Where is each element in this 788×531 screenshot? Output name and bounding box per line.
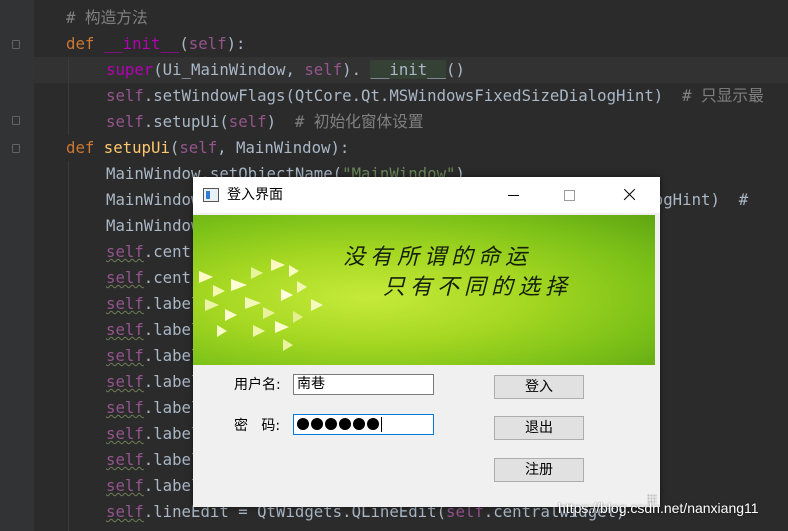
code-token: ( xyxy=(169,138,180,157)
register-button[interactable]: 注册 xyxy=(494,458,584,482)
code-token: self xyxy=(106,112,144,131)
code-token: ) xyxy=(266,112,295,131)
password-dot xyxy=(339,418,351,430)
banner-triangle xyxy=(253,325,265,337)
minimize-icon xyxy=(508,195,519,196)
code-token: setupUi xyxy=(103,138,170,157)
banner-triangle xyxy=(251,267,263,279)
code-token: self xyxy=(106,86,144,105)
banner-triangle xyxy=(245,297,261,309)
code-token: # 只显示最 xyxy=(682,86,764,105)
code-token: self xyxy=(106,450,144,469)
code-token: .setWindowFlags(QtCore.Qt.MSWindowsFixed… xyxy=(143,86,683,105)
banner-text-line2: 只有不同的选择 xyxy=(383,275,573,300)
code-line[interactable]: def __init__(self): xyxy=(66,31,245,57)
password-label: 密 码: xyxy=(234,418,281,434)
code-line[interactable]: # 构造方法 xyxy=(66,5,148,31)
banner-triangle xyxy=(311,299,323,311)
username-input[interactable]: 南巷 xyxy=(293,374,434,395)
banner-triangle xyxy=(271,259,285,271)
code-token: super xyxy=(106,60,154,79)
banner-triangle xyxy=(225,309,237,321)
code-token: self xyxy=(106,268,144,287)
banner-triangle xyxy=(297,281,307,293)
watermark: https://blog.csdn.net/nanxiang11 xyxy=(558,500,759,516)
title-bar[interactable]: 登入界面 xyxy=(193,177,660,213)
indent-guide xyxy=(68,57,69,135)
app-window-icon xyxy=(203,188,219,202)
banner-triangle xyxy=(281,289,293,301)
code-token: self xyxy=(106,320,144,339)
fold-marker-icon[interactable] xyxy=(12,116,20,125)
code-line[interactable]: self.setWindowFlags(QtCore.Qt.MSWindowsF… xyxy=(106,83,764,109)
password-dot xyxy=(325,418,337,430)
code-line[interactable]: self.setupUi(self) # 初始化窗体设置 xyxy=(106,109,424,135)
maximize-button xyxy=(547,177,593,213)
code-token: self xyxy=(106,502,144,521)
banner-image: 没有所谓的命运 只有不同的选择 xyxy=(193,215,655,365)
code-token: (Ui_MainWindow, xyxy=(153,60,305,79)
text-caret xyxy=(381,417,382,432)
login-button[interactable]: 登入 xyxy=(494,375,584,399)
code-token: self xyxy=(106,398,144,417)
code-line[interactable]: def setupUi(self, MainWindow): xyxy=(66,135,349,161)
code-token: self xyxy=(106,346,144,365)
code-token: .setupUi( xyxy=(143,112,229,131)
password-input[interactable] xyxy=(293,414,434,435)
close-button[interactable] xyxy=(606,177,652,213)
banner-text-line1: 没有所谓的命运 xyxy=(343,245,533,270)
code-token: self xyxy=(188,34,227,53)
banner-triangle xyxy=(289,265,299,277)
code-token: self xyxy=(106,424,144,443)
indent-guide xyxy=(68,161,69,531)
banner-triangle xyxy=(213,285,225,297)
login-dialog[interactable]: 登入界面 没有所谓的命运 只有不同的选择 用户名: 南巷 密 码: 登入 退出 … xyxy=(193,177,660,507)
maximize-icon xyxy=(564,190,575,201)
banner-triangle xyxy=(199,271,213,283)
code-token: ): xyxy=(226,34,246,53)
code-token: self xyxy=(228,112,267,131)
code-token: def xyxy=(66,138,104,157)
code-token: , MainWindow): xyxy=(217,138,350,157)
fold-marker-icon[interactable] xyxy=(12,144,20,153)
password-dot xyxy=(367,418,379,430)
banner-triangle xyxy=(275,321,289,333)
editor-gutter xyxy=(0,0,34,531)
code-token: self xyxy=(106,294,144,313)
banner-triangle xyxy=(293,311,303,323)
window-title: 登入界面 xyxy=(227,187,283,203)
code-token: __init__ xyxy=(103,34,180,53)
banner-triangle xyxy=(205,299,219,311)
code-token: # 初始化窗体设置 xyxy=(294,112,424,131)
banner-triangle xyxy=(217,325,227,337)
banner-triangle xyxy=(283,339,293,351)
password-dot xyxy=(353,418,365,430)
code-token: __init__ xyxy=(370,60,447,79)
code-token: self xyxy=(179,138,218,157)
username-label: 用户名: xyxy=(234,377,281,393)
fold-marker-icon[interactable] xyxy=(12,40,20,49)
password-dot xyxy=(311,418,323,430)
code-token: self xyxy=(304,60,343,79)
code-token: self xyxy=(106,476,144,495)
code-token: # 构造方法 xyxy=(66,8,148,27)
banner-triangle xyxy=(231,279,247,291)
banner-triangle xyxy=(263,307,275,319)
code-token: ( xyxy=(179,34,189,53)
exit-button[interactable]: 退出 xyxy=(494,416,584,440)
code-token: ). xyxy=(342,60,371,79)
minimize-button[interactable] xyxy=(491,177,537,213)
code-token: self xyxy=(106,242,144,261)
code-token: self xyxy=(106,372,144,391)
password-dot xyxy=(297,418,309,430)
code-line[interactable]: super(Ui_MainWindow, self). __init__() xyxy=(106,57,465,83)
password-mask xyxy=(297,417,382,432)
code-token: def xyxy=(66,34,104,53)
code-token: () xyxy=(446,60,465,79)
